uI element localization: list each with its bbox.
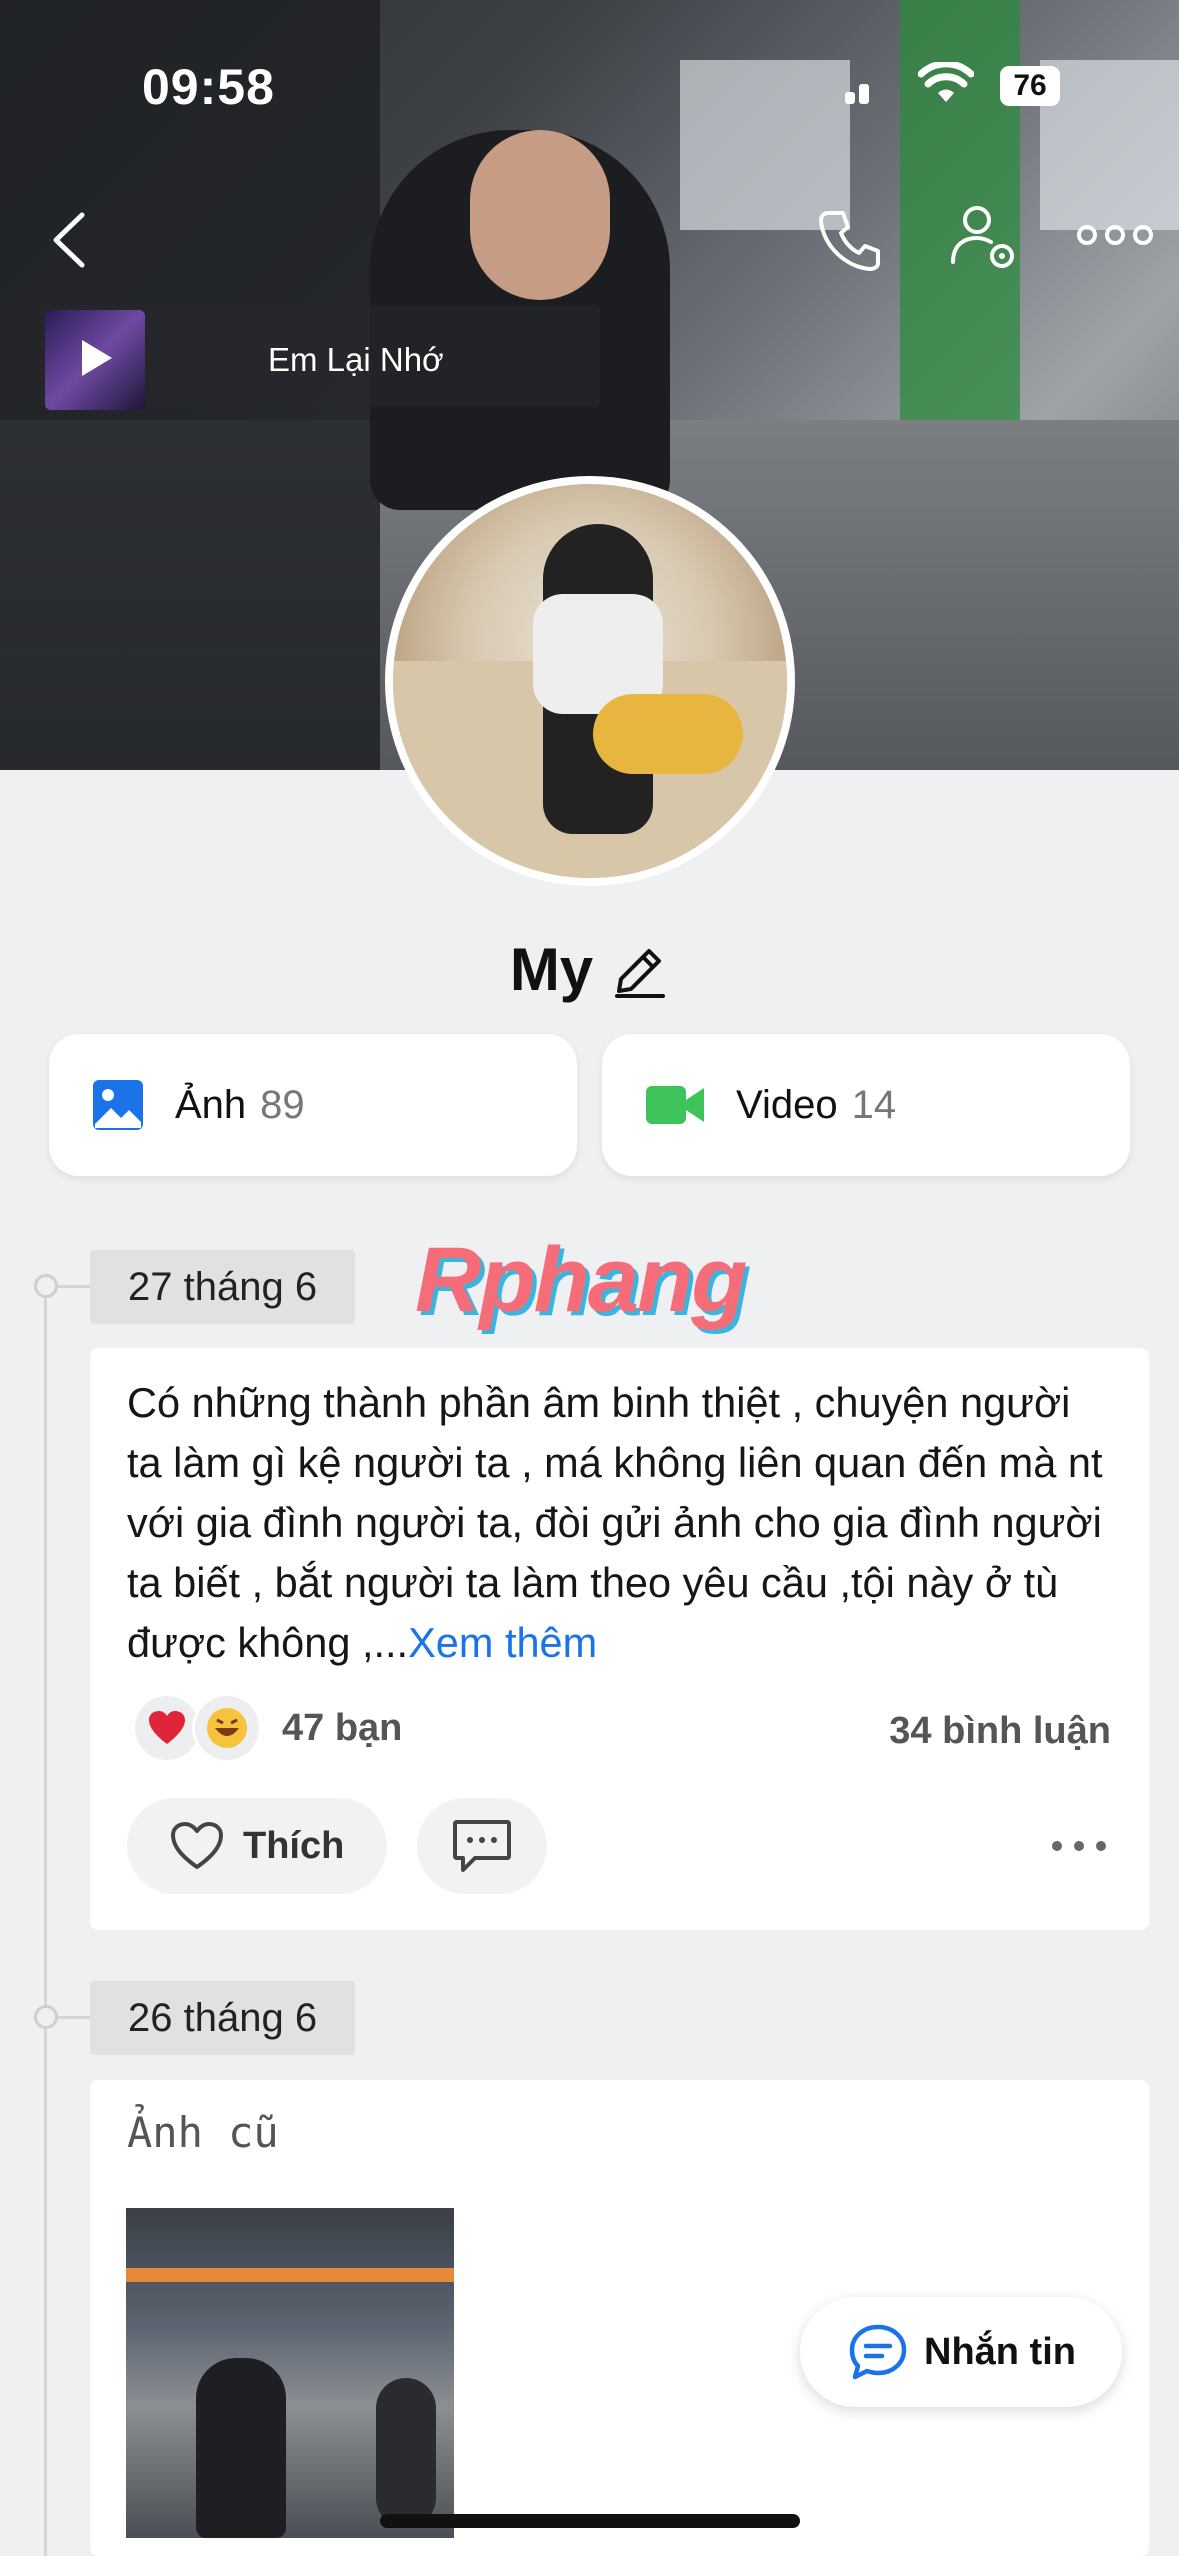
timeline-line [44, 1283, 47, 2556]
photos-count: 89 [260, 1082, 305, 1127]
reaction-summary[interactable]: 47 bạn [132, 1693, 402, 1763]
phone-call-icon[interactable] [815, 205, 885, 275]
home-indicator[interactable] [380, 2514, 800, 2528]
edit-pencil-icon[interactable] [611, 941, 669, 999]
post-more-icon[interactable] [1049, 1836, 1109, 1856]
send-message-button[interactable]: Nhắn tin [800, 2297, 1122, 2407]
avatar-rocking-horse [593, 694, 743, 774]
comment-count[interactable]: 34 bình luận [889, 1710, 1111, 1753]
photos-label: Ảnh [175, 1082, 247, 1127]
profile-settings-icon[interactable] [945, 200, 1025, 280]
send-message-label: Nhắn tin [924, 2330, 1076, 2373]
timeline-dot [34, 1274, 58, 1298]
profile-name-row: My [0, 935, 1179, 1004]
status-bar: 09:58 76 [0, 0, 1179, 170]
watermark: Rphang [415, 1229, 747, 1331]
like-label: Thích [243, 1824, 345, 1867]
like-button[interactable]: Thích [127, 1798, 387, 1894]
timeline-connector [58, 2016, 90, 2019]
post-text[interactable]: Có những thành phần âm binh thiệt , chuy… [127, 1373, 1112, 1673]
post-date-chip: 26 tháng 6 [90, 1981, 356, 2055]
post-body: Có những thành phần âm binh thiệt , chuy… [127, 1379, 1103, 1666]
post-photo[interactable] [126, 2208, 454, 2538]
video-camera-icon [646, 1086, 704, 1124]
heart-outline-icon [171, 1822, 223, 1869]
music-cover-art [45, 310, 145, 410]
videos-label: Video [736, 1082, 838, 1127]
photos-button[interactable]: Ảnh 89 [49, 1034, 577, 1176]
play-icon[interactable] [80, 338, 114, 378]
music-title: Em Lại Nhớ [268, 341, 444, 378]
chat-bubble-icon [849, 2324, 907, 2380]
wifi-icon [918, 62, 974, 102]
post-text: Ảnh cũ [127, 2108, 279, 2157]
post-card[interactable]: Có những thành phần âm binh thiệt , chuy… [90, 1348, 1149, 1930]
battery-indicator: 76 [1000, 66, 1060, 106]
photo-person [196, 2358, 286, 2538]
more-options-icon[interactable] [1075, 215, 1155, 255]
videos-button[interactable]: Video 14 [602, 1034, 1130, 1176]
laugh-reaction-icon [192, 1693, 262, 1763]
back-icon[interactable] [40, 205, 100, 275]
comment-button[interactable] [417, 1798, 547, 1894]
photo-beam [126, 2268, 454, 2282]
see-more-link[interactable]: Xem thêm [408, 1619, 597, 1666]
comment-icon [453, 1820, 511, 1872]
photo-icon [93, 1080, 143, 1130]
post-date-chip: 27 tháng 6 [90, 1250, 356, 1324]
timeline-dot [34, 2005, 58, 2029]
photo-person [376, 2378, 436, 2528]
timeline-connector [58, 1285, 90, 1288]
reaction-count: 47 bạn [282, 1706, 403, 1749]
cellular-signal-icon [845, 82, 875, 104]
videos-count: 14 [851, 1082, 897, 1127]
profile-music-bar[interactable]: Em Lại Nhớ [40, 305, 600, 410]
profile-avatar[interactable] [385, 476, 795, 886]
status-time: 09:58 [142, 59, 275, 115]
profile-name: My [509, 936, 594, 1003]
